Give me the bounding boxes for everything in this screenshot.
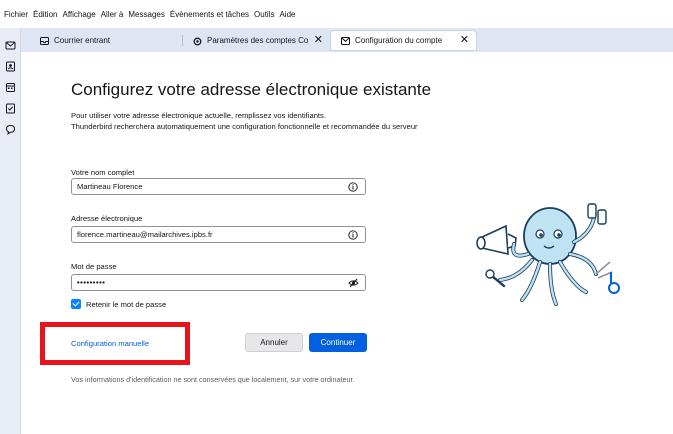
name-field[interactable]: Martineau Florence — [71, 178, 366, 195]
eye-slash-icon[interactable] — [348, 278, 359, 288]
mail-icon[interactable] — [5, 40, 16, 51]
menu-evenements[interactable]: Évènements et tâches — [170, 10, 249, 19]
password-field[interactable]: ••••••••• — [71, 274, 366, 291]
remember-password-row[interactable]: Retenir le mot de passe — [71, 299, 166, 309]
tab-label: Paramètres des comptes Co — [207, 36, 309, 45]
info-icon[interactable] — [348, 230, 358, 240]
menu-affichage[interactable]: Affichage — [62, 10, 95, 19]
address-book-icon[interactable] — [5, 61, 16, 72]
gear-icon — [193, 37, 202, 45]
menu-aide[interactable]: Aide — [279, 10, 295, 19]
tasks-icon[interactable] — [5, 103, 16, 114]
privacy-note: Vos informations d'identification ne son… — [71, 375, 355, 384]
scissors-icon — [595, 261, 620, 294]
tab-parametres-comptes[interactable]: Paramètres des comptes Co ✕ — [183, 31, 330, 50]
spaces-sidebar — [0, 28, 21, 434]
manual-configuration-link[interactable]: Configuration manuelle — [71, 339, 149, 348]
name-label: Votre nom complet — [71, 168, 135, 177]
chat-icon[interactable] — [5, 124, 16, 135]
screwdriver-icon — [587, 203, 607, 225]
email-label: Adresse électronique — [71, 214, 143, 223]
menu-bar: Fichier Édition Affichage Aller à Messag… — [0, 0, 673, 28]
cancel-button[interactable]: Annuler — [245, 333, 303, 352]
tab-configuration-compte[interactable]: Configuration du compte ✕ — [331, 31, 476, 50]
tab-label: Courrier entrant — [54, 36, 111, 45]
tab-courrier-entrant[interactable]: Courrier entrant — [30, 31, 180, 50]
menu-aller-a[interactable]: Aller à — [101, 10, 124, 19]
close-icon[interactable]: ✕ — [314, 34, 323, 46]
page-title: Configurez votre adresse électronique ex… — [71, 80, 432, 99]
intro-line: Pour utiliser votre adresse électronique… — [71, 111, 326, 120]
menu-messages[interactable]: Messages — [128, 10, 164, 19]
tab-bar: Courrier entrant Paramètres des comptes … — [0, 28, 673, 52]
email-field[interactable]: florence.martineau@mailarchives.ipbs.fr — [71, 226, 366, 243]
password-label: Mot de passe — [71, 262, 117, 271]
name-value: Martineau Florence — [77, 182, 143, 191]
tab-label: Configuration du compte — [355, 36, 443, 45]
megaphone-icon — [476, 224, 517, 256]
inbox-icon — [40, 36, 49, 45]
menu-outils[interactable]: Outils — [254, 10, 274, 19]
menu-fichier[interactable]: Fichier — [4, 10, 28, 19]
calendar-icon[interactable] — [5, 82, 16, 93]
mail-icon — [341, 36, 350, 45]
intro-line: Thunderbird recherchera automatiquement … — [71, 122, 418, 131]
info-icon[interactable] — [348, 182, 358, 192]
close-icon[interactable]: ✕ — [460, 34, 469, 46]
remember-password-label: Retenir le mot de passe — [86, 299, 167, 309]
menu-edition[interactable]: Édition — [33, 10, 57, 19]
password-value: ••••••••• — [77, 278, 106, 287]
intro-text: Pour utiliser votre adresse électronique… — [71, 110, 418, 132]
continue-button[interactable]: Continuer — [309, 333, 367, 352]
remember-password-checkbox[interactable] — [71, 299, 81, 309]
octopus-mascot-illustration — [476, 203, 620, 306]
email-value: florence.martineau@mailarchives.ipbs.fr — [77, 230, 213, 239]
